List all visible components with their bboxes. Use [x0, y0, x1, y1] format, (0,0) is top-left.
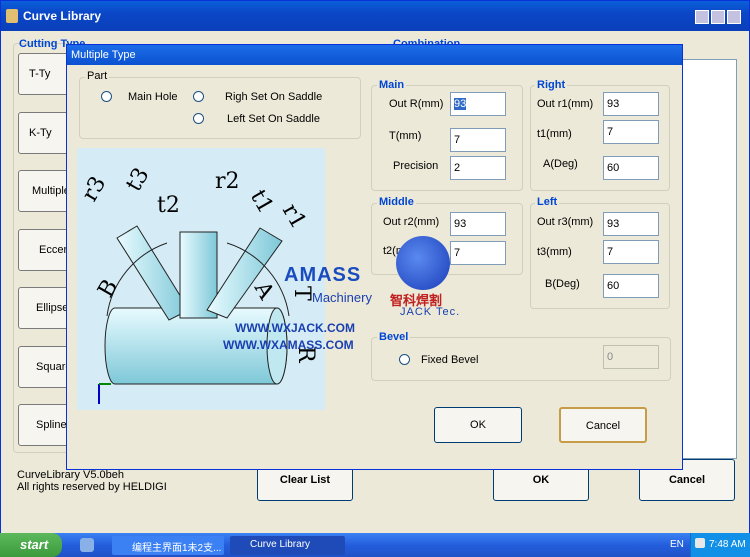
- main-group-label: Main: [377, 79, 407, 91]
- watermark-logo-icon: [396, 236, 450, 290]
- out-r-input[interactable]: 93: [450, 92, 506, 116]
- watermark-sub: Machinery: [312, 290, 372, 305]
- fixed-bevel-radio[interactable]: [399, 354, 410, 365]
- out-r3-input[interactable]: 93: [603, 212, 659, 236]
- t1-label: t1(mm): [537, 128, 572, 140]
- maximize-icon[interactable]: [711, 10, 725, 24]
- left-group-label: Left: [535, 196, 560, 208]
- dialog-cancel-button[interactable]: Cancel: [559, 407, 647, 443]
- close-icon[interactable]: [727, 10, 741, 24]
- b-deg-label: B(Deg): [545, 278, 580, 290]
- part-label: Part: [85, 70, 110, 82]
- language-indicator[interactable]: EN: [670, 539, 684, 550]
- a-deg-input[interactable]: 60: [603, 156, 659, 180]
- label-t: T: [289, 286, 314, 301]
- t2-input[interactable]: 7: [450, 241, 506, 265]
- dialog-ok-button[interactable]: OK: [434, 407, 522, 443]
- t-input[interactable]: 7: [450, 128, 506, 152]
- version-text: CurveLibrary V5.0beh: [17, 469, 125, 481]
- part-group: [79, 77, 361, 139]
- quick-launch-icon[interactable]: [80, 538, 94, 552]
- out-r2-label: Out r2(mm): [383, 216, 440, 228]
- app-icon: [6, 9, 18, 23]
- label-t2: t2: [157, 193, 180, 218]
- minimize-icon[interactable]: [695, 10, 709, 24]
- main-window-title: Curve Library: [23, 9, 102, 23]
- watermark-url-2: WWW.WXAMASS.COM: [223, 338, 354, 352]
- tray-icon[interactable]: [695, 538, 705, 548]
- out-r2-input[interactable]: 93: [450, 212, 506, 236]
- t3-label: t3(mm): [537, 246, 572, 258]
- bevel-value-input[interactable]: 0: [603, 345, 659, 369]
- b-deg-input[interactable]: 60: [603, 274, 659, 298]
- watermark-jack: JACK Tec.: [400, 306, 461, 318]
- copyright-text: All rights reserved by HELDIGI: [17, 481, 167, 493]
- start-label: start: [20, 537, 49, 552]
- a-deg-label: A(Deg): [543, 158, 578, 170]
- out-r-label: Out R(mm): [389, 98, 444, 110]
- fixed-bevel-label: Fixed Bevel: [421, 354, 479, 366]
- watermark-url-1: WWW.WXJACK.COM: [235, 321, 355, 335]
- main-hole-label: Main Hole: [128, 91, 178, 103]
- right-group-label: Right: [535, 79, 568, 91]
- clock: 7:48 AM: [709, 539, 746, 550]
- taskbar-item-programming[interactable]: 编程主界面1未2支...: [112, 536, 224, 555]
- label-r2: r2: [215, 169, 240, 194]
- left-saddle-radio[interactable]: [193, 113, 204, 124]
- middle-group-label: Middle: [377, 196, 416, 208]
- left-saddle-label: Left Set On Saddle: [227, 113, 320, 125]
- dialog-title-bar: Multiple Type: [67, 45, 682, 65]
- main-title-bar: Curve Library: [1, 1, 749, 31]
- multiple-type-dialog: Multiple Type Part Main Hole Righ Set On…: [66, 44, 683, 470]
- out-r3-label: Out r3(mm): [537, 216, 594, 228]
- right-saddle-radio[interactable]: [193, 91, 204, 102]
- precision-input[interactable]: 2: [450, 156, 506, 180]
- t1-input[interactable]: 7: [603, 120, 659, 144]
- precision-label: Precision: [393, 160, 439, 172]
- taskbar: start 编程主界面1未2支... Curve Library EN 7:48…: [0, 533, 750, 557]
- t-label: T(mm): [389, 130, 422, 142]
- start-button[interactable]: start: [0, 533, 62, 557]
- right-saddle-label: Righ Set On Saddle: [225, 91, 323, 103]
- taskbar-item-curve-library[interactable]: Curve Library: [230, 536, 345, 555]
- main-hole-radio[interactable]: [101, 91, 112, 102]
- out-r1-label: Out r1(mm): [537, 98, 594, 110]
- t3-input[interactable]: 7: [603, 240, 659, 264]
- watermark-brand: AMASS: [284, 264, 362, 286]
- system-tray: 7:48 AM: [690, 533, 750, 557]
- bevel-group-label: Bevel: [377, 331, 411, 343]
- dialog-title: Multiple Type: [71, 49, 136, 61]
- out-r1-input[interactable]: 93: [603, 92, 659, 116]
